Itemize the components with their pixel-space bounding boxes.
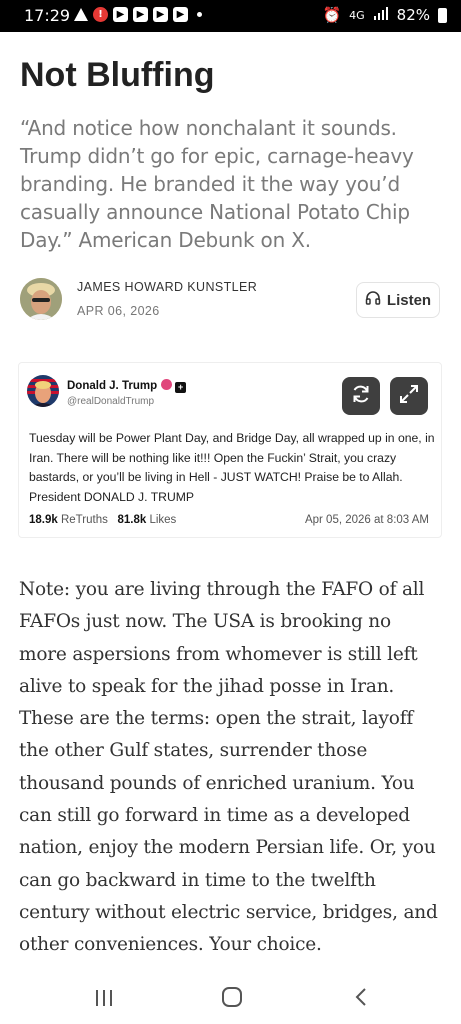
post-avatar[interactable] (27, 375, 59, 407)
embedded-post[interactable]: Donald J. Trump + @realDonaldTrump Tuesda… (18, 362, 442, 538)
expand-icon (398, 383, 420, 410)
dot-icon (197, 12, 202, 17)
youtube-icon: ▶ (173, 7, 188, 22)
retruths-label: ReTruths (60, 514, 108, 526)
status-bar: 17:29 ! ▶ ▶ ▶ ▶ ⏰ 4G 82% (0, 0, 461, 32)
alert-icon: ! (93, 7, 108, 22)
author-name[interactable]: JAMES HOWARD KUNSTLER (77, 280, 257, 294)
youtube-icon: ▶ (133, 7, 148, 22)
refresh-button[interactable] (342, 377, 380, 415)
plus-icon: + (175, 382, 187, 393)
battery-level: 82% (396, 6, 430, 24)
author-avatar[interactable] (20, 278, 62, 320)
system-icons: ⏰ 4G 82% (322, 6, 447, 24)
likes-count: 81.8k (117, 514, 147, 526)
notification-icons: ! ▶ ▶ ▶ ▶ (74, 7, 202, 22)
signal-icon (373, 6, 389, 24)
home-icon[interactable] (221, 986, 243, 1013)
post-author-name[interactable]: Donald J. Trump + (67, 379, 187, 393)
refresh-icon (350, 383, 372, 410)
post-author-label: Donald J. Trump (67, 380, 158, 392)
network-type: 4G (349, 8, 365, 22)
headphones-icon (365, 290, 381, 310)
post-timestamp[interactable]: Apr 05, 2026 at 8:03 AM (305, 514, 429, 526)
retruths-count: 18.9k (29, 514, 58, 526)
post-handle: @realDonaldTrump (67, 396, 155, 407)
battery-icon (438, 7, 447, 23)
likes-label: Likes (149, 514, 177, 526)
expand-button[interactable] (390, 377, 428, 415)
alarm-icon: ⏰ (322, 6, 342, 24)
navigation-bar (0, 968, 461, 1024)
page-title: Not Bluffing (20, 56, 215, 94)
article-subtitle: “And notice how nonchalant it sounds. Tr… (20, 116, 414, 252)
listen-button[interactable]: Listen (356, 282, 440, 318)
recent-apps-icon[interactable] (94, 988, 114, 1013)
youtube-icon: ▶ (153, 7, 168, 22)
status-time: 17:29 (24, 6, 71, 25)
listen-label: Listen (386, 291, 432, 309)
post-stats: 18.9k ReTruths 81.8k Likes (29, 514, 176, 526)
back-icon[interactable] (352, 987, 370, 1012)
verified-badge-icon (161, 379, 173, 390)
post-text: Tuesday will be Power Plant Day, and Bri… (29, 431, 435, 504)
post-date: APR 06, 2026 (77, 304, 160, 318)
warning-icon (74, 8, 88, 21)
youtube-icon: ▶ (113, 7, 128, 22)
article-body: Note: you are living through the FAFO of… (19, 579, 438, 956)
